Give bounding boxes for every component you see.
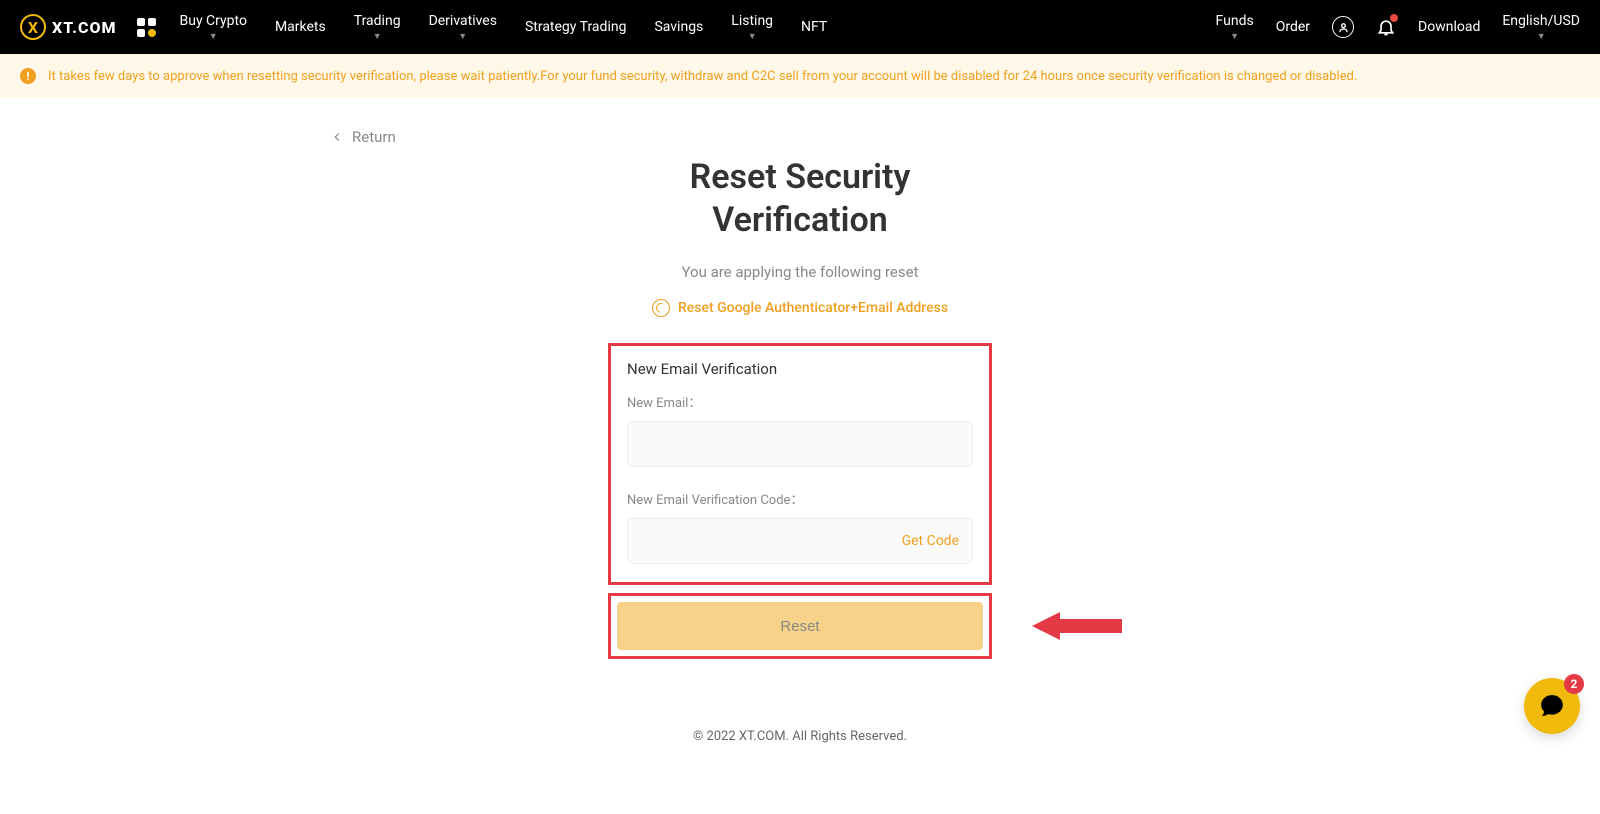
form-title: New Email Verification bbox=[627, 360, 973, 378]
chevron-down-icon: ▼ bbox=[1537, 31, 1546, 42]
return-label: Return bbox=[352, 128, 396, 146]
nav-label: Order bbox=[1276, 19, 1310, 35]
notice-bar: ! It takes few days to approve when rese… bbox=[0, 54, 1600, 98]
nav-order[interactable]: Order bbox=[1276, 19, 1310, 35]
nav-buy-crypto[interactable]: Buy Crypto ▼ bbox=[180, 13, 247, 42]
nav-label: Funds bbox=[1216, 13, 1254, 29]
reset-highlight-box: Reset bbox=[608, 593, 992, 659]
notice-text: It takes few days to approve when resett… bbox=[48, 69, 1357, 84]
authenticator-icon bbox=[652, 299, 670, 317]
nav-label: Listing bbox=[731, 13, 773, 29]
chevron-left-icon bbox=[330, 130, 344, 144]
reset-button[interactable]: Reset bbox=[617, 602, 983, 650]
nav-trading[interactable]: Trading ▼ bbox=[354, 13, 401, 42]
nav-left: Buy Crypto ▼ Markets Trading ▼ Derivativ… bbox=[180, 13, 1216, 42]
nav-nft[interactable]: NFT bbox=[801, 19, 827, 35]
nav-right: Funds ▼ Order Download English/USD ▼ bbox=[1216, 13, 1580, 42]
chevron-down-icon: ▼ bbox=[1230, 31, 1239, 42]
page-title: Reset Security Verification bbox=[330, 156, 1270, 241]
nav-derivatives[interactable]: Derivatives ▼ bbox=[429, 13, 497, 42]
nav-label: Buy Crypto bbox=[180, 13, 247, 29]
return-link[interactable]: Return bbox=[330, 128, 1270, 146]
nav-label: Markets bbox=[275, 19, 326, 35]
notification-bell-icon[interactable] bbox=[1376, 16, 1396, 38]
form-highlight-box: New Email Verification New Email： New Em… bbox=[608, 343, 992, 585]
get-code-button[interactable]: Get Code bbox=[902, 533, 959, 549]
nav-label: Savings bbox=[654, 19, 703, 35]
chat-bubble-button[interactable]: 2 bbox=[1524, 678, 1580, 734]
chat-icon bbox=[1539, 693, 1565, 719]
footer-copyright: © 2022 XT.COM. All Rights Reserved. bbox=[330, 729, 1270, 774]
logo-icon: X bbox=[20, 14, 46, 40]
nav-label: NFT bbox=[801, 19, 827, 35]
nav-markets[interactable]: Markets bbox=[275, 19, 326, 35]
annotation-arrow-icon bbox=[1032, 606, 1122, 646]
reset-type: Reset Google Authenticator+Email Address bbox=[330, 299, 1270, 317]
nav-download[interactable]: Download bbox=[1418, 19, 1480, 35]
nav-listing[interactable]: Listing ▼ bbox=[731, 13, 773, 42]
code-label: New Email Verification Code： bbox=[627, 489, 973, 508]
chevron-down-icon: ▼ bbox=[748, 31, 757, 42]
nav-label: Strategy Trading bbox=[525, 19, 627, 35]
nav-funds[interactable]: Funds ▼ bbox=[1216, 13, 1254, 42]
email-label: New Email： bbox=[627, 392, 973, 411]
page-subtitle: You are applying the following reset bbox=[330, 263, 1270, 281]
notification-dot bbox=[1390, 14, 1398, 22]
logo-text: XT.COM bbox=[52, 18, 117, 37]
nav-strategy-trading[interactable]: Strategy Trading bbox=[525, 19, 627, 35]
reset-type-label: Reset Google Authenticator+Email Address bbox=[678, 300, 948, 316]
nav-locale[interactable]: English/USD ▼ bbox=[1502, 13, 1580, 42]
warning-icon: ! bbox=[20, 68, 36, 84]
new-email-input[interactable] bbox=[627, 421, 973, 467]
nav-savings[interactable]: Savings bbox=[654, 19, 703, 35]
main-header: X XT.COM Buy Crypto ▼ Markets Trading ▼ … bbox=[0, 0, 1600, 54]
nav-label: Download bbox=[1418, 19, 1480, 35]
chevron-down-icon: ▼ bbox=[373, 31, 382, 42]
nav-label: Derivatives bbox=[429, 13, 497, 29]
apps-grid-icon[interactable] bbox=[137, 18, 156, 37]
chat-badge: 2 bbox=[1564, 674, 1584, 694]
user-account-icon[interactable] bbox=[1332, 16, 1354, 38]
nav-label: Trading bbox=[354, 13, 401, 29]
main-content: Return Reset Security Verification You a… bbox=[310, 98, 1290, 814]
logo[interactable]: X XT.COM bbox=[20, 14, 117, 40]
chevron-down-icon: ▼ bbox=[458, 31, 467, 42]
nav-label: English/USD bbox=[1502, 13, 1580, 29]
chevron-down-icon: ▼ bbox=[209, 31, 218, 42]
